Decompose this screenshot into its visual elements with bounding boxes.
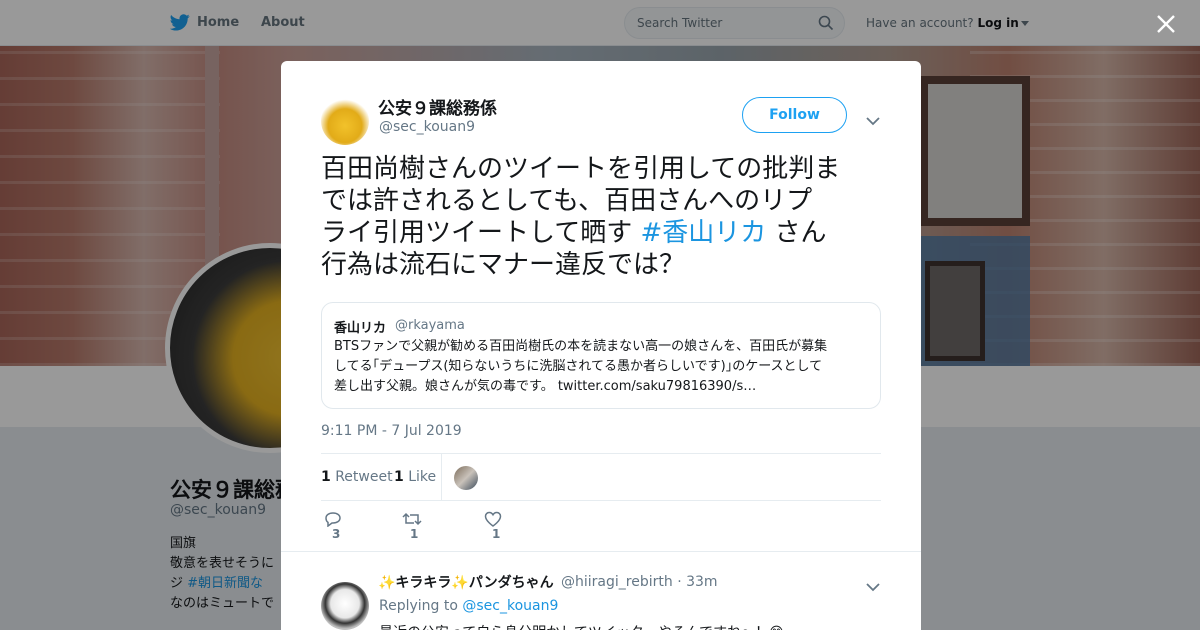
reply-text: 最近の公安って自ら身分明かしてツイッターやるんですね〜！😊 (379, 622, 784, 630)
retweet-action[interactable]: 1 (402, 511, 422, 541)
quoted-author-name: 香山リカ (334, 321, 387, 336)
tweet-text-line: 行為は流石にマナー違反では？ (321, 250, 686, 280)
retweet-icon[interactable] (402, 512, 422, 526)
like-stat-label: Like (408, 469, 437, 485)
tweet-text-line: では許されるとしても、百田さんへのリプ (321, 186, 813, 216)
replying-to: Replying to @sec_kouan9 (379, 598, 558, 614)
tweet-text-segment: さん (766, 218, 827, 248)
tweet-text-line: 百田尚樹さんのツイートを引用しての批判ま (321, 154, 841, 184)
reply-action-count: 3 (332, 527, 341, 541)
retweet-stat[interactable]: 1 Retweet (321, 469, 393, 485)
quoted-text: BTSファンで父親が勧める百田尚樹氏の本を読まない高一の娘さんを、百田氏が募集 … (334, 337, 874, 397)
like-count: 1 (394, 469, 404, 485)
like-stat[interactable]: 1 Like (394, 469, 436, 485)
tweet-text: 百田尚樹さんのツイートを引用しての批判ま では許されるとしても、百田さんへのリプ… (321, 153, 886, 281)
reply-action[interactable]: 3 (324, 511, 342, 541)
quoted-text-line: BTSファンで父親が勧める百田尚樹氏の本を読まない高一の娘さんを、百田氏が募集 (334, 339, 828, 354)
author-name[interactable]: 公安９課総務係 (378, 94, 497, 119)
author-avatar[interactable] (321, 97, 369, 145)
tweet-text-line: ライ引用ツイートして晒す #香山リカ さん (321, 217, 886, 249)
reply-author-handle[interactable]: @hiiragi_rebirth · 33m (561, 574, 718, 590)
reply-time[interactable]: · 33m (677, 574, 717, 590)
like-action[interactable]: 1 (484, 511, 502, 541)
close-icon[interactable] (1153, 11, 1179, 37)
reply-icon[interactable] (324, 512, 342, 528)
replying-to-link[interactable]: @sec_kouan9 (462, 598, 558, 614)
heart-icon[interactable] (484, 511, 502, 527)
tweet-text-segment: ライ引用ツイートして晒す (321, 218, 633, 248)
chevron-down-icon[interactable] (866, 577, 880, 596)
retweet-action-count: 1 (410, 527, 419, 541)
tweet-hashtag[interactable]: #香山リカ (641, 218, 767, 248)
quoted-text-line: 差し出す父親。娘さんが気の毒です。 twitter.com/saku798163… (334, 379, 757, 394)
quoted-text-line: してる｢デュープス(知らないうちに洗脳されてる愚か者らしいです)｣のケースとして (334, 359, 823, 374)
liker-avatar[interactable] (454, 466, 478, 490)
reply-author-name[interactable]: ✨キラキラ✨パンダちゃん (378, 572, 554, 592)
stats-divider (441, 454, 442, 500)
follow-button[interactable]: Follow (742, 97, 847, 133)
retweet-stat-label: Retweet (335, 469, 393, 485)
reply-tweet[interactable]: ✨キラキラ✨パンダちゃん @hiiragi_rebirth · 33m Repl… (281, 551, 921, 630)
tweet-timestamp[interactable]: 9:11 PM - 7 Jul 2019 (321, 423, 462, 439)
quoted-author-handle: @rkayama (395, 318, 465, 333)
tweet-modal: 公安９課総務係 @sec_kouan9 Follow 百田尚樹さんのツイートを引… (281, 61, 921, 630)
tweet-stats: 1 Retweet 1 Like (321, 453, 881, 501)
reply-handle-text: @hiiragi_rebirth (561, 574, 673, 590)
author-handle[interactable]: @sec_kouan9 (379, 119, 475, 135)
retweet-count: 1 (321, 469, 331, 485)
chevron-down-icon[interactable] (866, 111, 880, 130)
quoted-tweet[interactable]: 香山リカ @rkayama BTSファンで父親が勧める百田尚樹氏の本を読まない高… (321, 302, 881, 409)
reply-author-avatar[interactable] (321, 582, 369, 630)
replying-prefix: Replying to (379, 598, 458, 614)
like-action-count: 1 (492, 527, 501, 541)
